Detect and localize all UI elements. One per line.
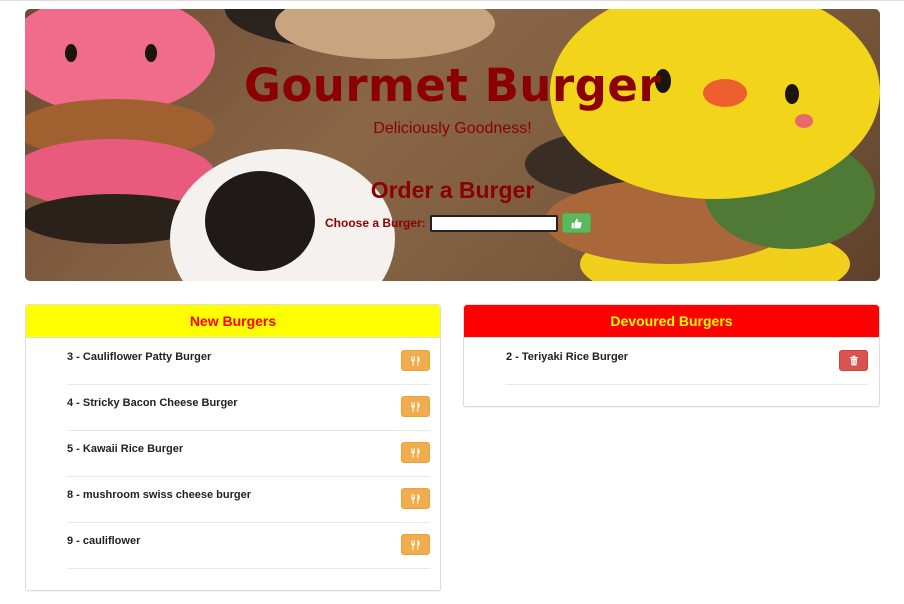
burger-label: 8 - mushroom swiss cheese burger <box>67 489 252 501</box>
top-border <box>0 0 904 1</box>
delete-button[interactable] <box>839 350 868 371</box>
list-item: 3 - Cauliflower Patty Burger <box>67 339 430 385</box>
devour-button[interactable] <box>401 442 430 463</box>
burger-label: 5 - Kawaii Rice Burger <box>67 443 184 455</box>
devoured-burgers-list: 2 - Teriyaki Rice Burger <box>506 339 868 385</box>
page-subtitle: Deliciously Goodness! <box>373 120 532 137</box>
list-item: 4 - Stricky Bacon Cheese Burger <box>67 385 430 431</box>
devoured-burgers-panel: Devoured Burgers 2 - Teriyaki Rice Burge… <box>463 304 880 407</box>
order-heading: Order a Burger <box>370 177 535 203</box>
burger-label: 4 - Stricky Bacon Cheese Burger <box>67 397 238 409</box>
submit-burger-button[interactable] <box>561 213 591 233</box>
devour-button[interactable] <box>401 488 430 509</box>
devour-button[interactable] <box>401 534 430 555</box>
list-item: 9 - cauliflower <box>67 523 430 569</box>
burger-label: 9 - cauliflower <box>67 535 141 547</box>
devour-button[interactable] <box>401 396 430 417</box>
list-item: 8 - mushroom swiss cheese burger <box>67 477 430 523</box>
burger-label: 2 - Teriyaki Rice Burger <box>506 351 629 363</box>
new-burgers-heading: New Burgers <box>26 305 440 338</box>
devour-button[interactable] <box>401 350 430 371</box>
utensils-icon <box>410 355 421 367</box>
order-form: Choose a Burger: <box>325 213 591 233</box>
burger-label: 3 - Cauliflower Patty Burger <box>67 351 212 363</box>
burger-input-label: Choose a Burger: <box>325 216 426 230</box>
list-item: 5 - Kawaii Rice Burger <box>67 431 430 477</box>
new-burgers-panel: New Burgers 3 - Cauliflower Patty Burger… <box>25 304 441 591</box>
jumbotron-hero: Gourmet Burger Deliciously Goodness! Ord… <box>25 9 880 281</box>
list-item: 2 - Teriyaki Rice Burger <box>506 339 868 385</box>
trash-icon <box>849 355 859 366</box>
devoured-burgers-heading: Devoured Burgers <box>464 305 879 338</box>
utensils-icon <box>410 447 421 459</box>
utensils-icon <box>410 401 421 413</box>
new-burgers-list: 3 - Cauliflower Patty Burger 4 - Stricky … <box>67 339 430 569</box>
burger-name-input[interactable] <box>429 214 558 232</box>
utensils-icon <box>410 539 421 551</box>
thumbs-up-icon <box>571 218 582 229</box>
page-title: Gourmet Burger <box>243 59 662 112</box>
utensils-icon <box>410 493 421 505</box>
